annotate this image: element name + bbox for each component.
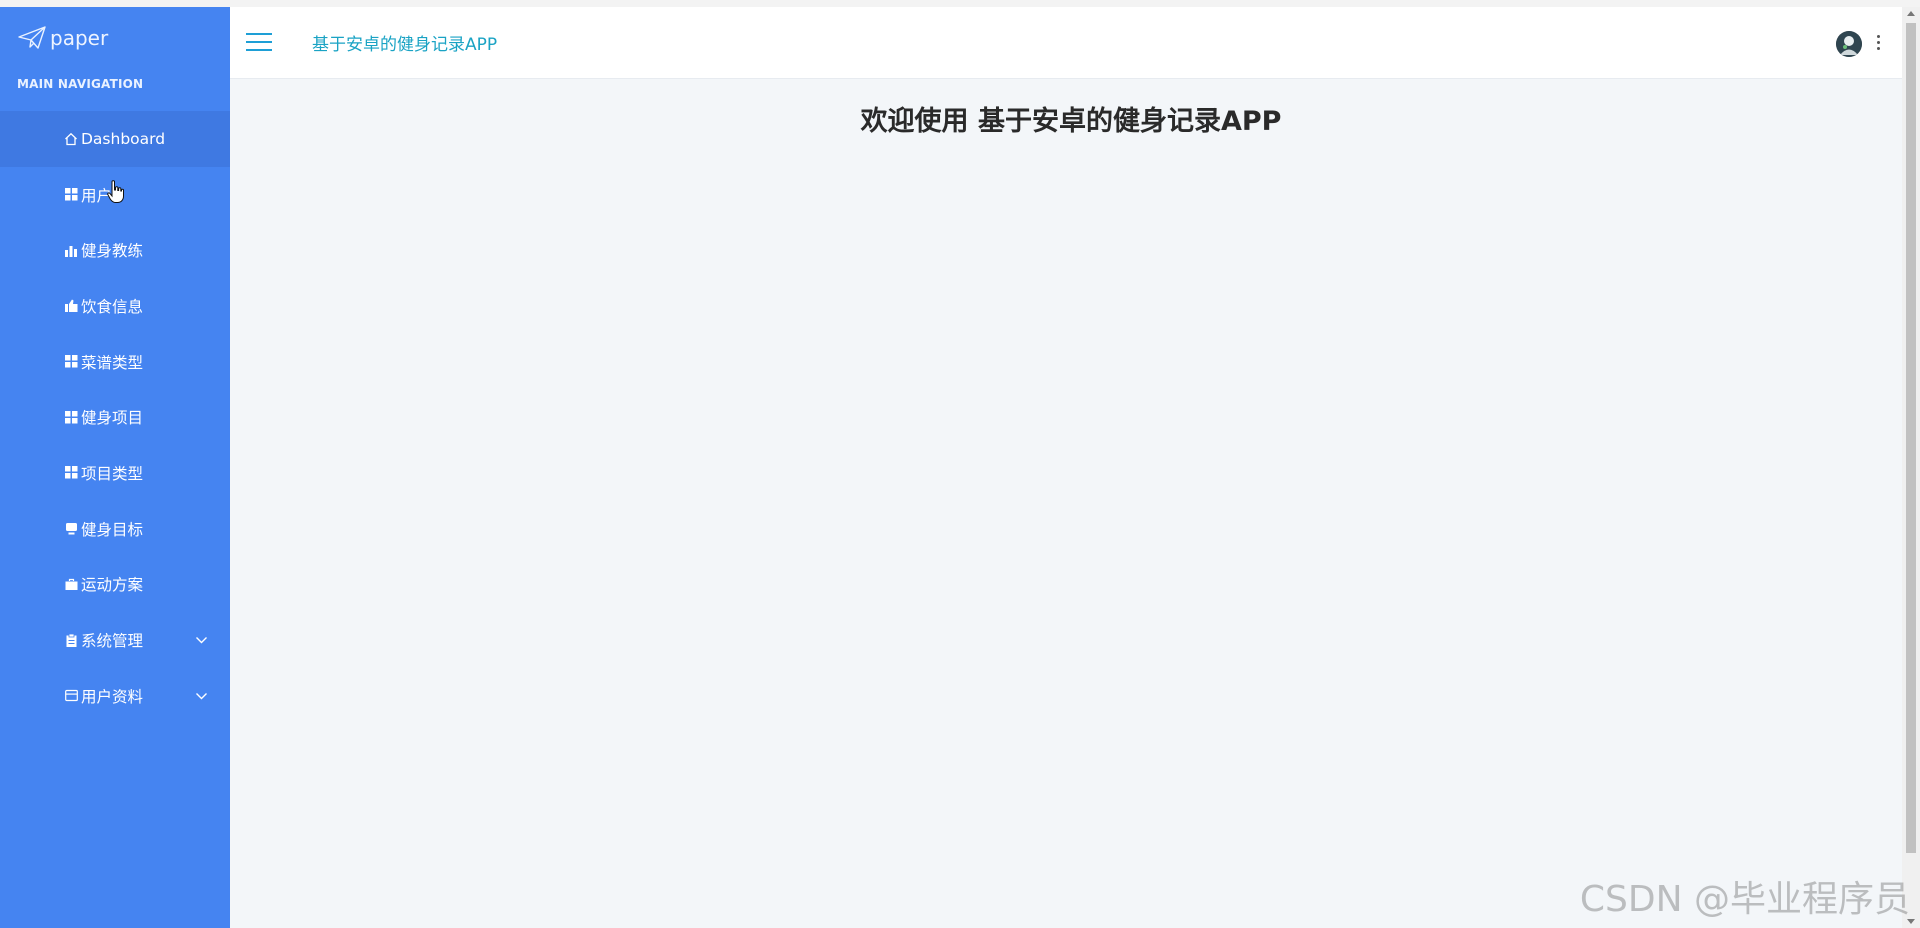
main-content: 欢迎使用 基于安卓的健身记录APP xyxy=(230,79,1902,928)
sidebar-item-fitness-projects[interactable]: 健身项目 xyxy=(0,389,230,445)
sidebar-item-recipe-types[interactable]: 菜谱类型 xyxy=(0,334,230,390)
id-card-icon xyxy=(64,689,78,703)
grid-icon xyxy=(64,188,78,202)
scroll-thumb[interactable] xyxy=(1906,23,1916,853)
sidebar-item-label: 菜谱类型 xyxy=(81,353,144,372)
sidebar-item-dashboard[interactable]: Dashboard xyxy=(0,111,264,167)
thumbs-up-icon xyxy=(64,299,78,313)
nav-heading: MAIN NAVIGATION xyxy=(17,77,144,91)
sidebar-item-label: 系统管理 xyxy=(81,632,144,651)
page-scrollbar[interactable] xyxy=(1902,7,1920,928)
sidebar-item-label: 健身教练 xyxy=(81,242,144,261)
chevron-down-icon xyxy=(196,692,207,700)
sidebar-item-exercise-plans[interactable]: 运动方案 xyxy=(0,557,230,613)
watermark: CSDN @毕业程序员 xyxy=(1579,879,1910,920)
window-top-strip xyxy=(0,0,1920,7)
avatar[interactable] xyxy=(1836,31,1862,57)
more-options-icon[interactable] xyxy=(1877,35,1881,53)
sidebar-item-label: 健身目标 xyxy=(81,520,144,539)
bar-chart-icon xyxy=(64,243,78,257)
clipboard-icon xyxy=(64,633,78,647)
briefcase-icon xyxy=(64,577,78,591)
sidebar-item-fitness-goals[interactable]: 健身目标 xyxy=(0,501,230,557)
sidebar: paper MAIN NAVIGATION Dashboard 用户 健身教练 xyxy=(0,7,264,928)
home-icon xyxy=(64,132,78,146)
sidebar-item-project-types[interactable]: 项目类型 xyxy=(0,445,230,501)
grid-icon xyxy=(64,355,78,369)
chevron-down-icon xyxy=(196,637,207,644)
hand-cursor-icon xyxy=(107,180,124,203)
sidebar-item-label: 用户资料 xyxy=(81,687,144,706)
sidebar-item-label: 运动方案 xyxy=(81,576,144,595)
app-title: 基于安卓的健身记录APP xyxy=(312,35,498,55)
grid-icon xyxy=(64,410,78,424)
brand-logo[interactable]: paper xyxy=(18,23,108,53)
sidebar-item-label: 健身项目 xyxy=(81,409,144,428)
sidebar-item-diet-info[interactable]: 饮食信息 xyxy=(0,278,230,334)
sidebar-item-user-profile[interactable]: 用户资料 xyxy=(0,668,230,724)
sidebar-item-coaches[interactable]: 健身教练 xyxy=(0,222,230,278)
sidebar-item-system-management[interactable]: 系统管理 xyxy=(0,612,230,668)
sidebar-item-label: 饮食信息 xyxy=(81,297,144,316)
welcome-heading: 欢迎使用 基于安卓的健身记录APP xyxy=(860,106,1282,137)
sidebar-item-label: 项目类型 xyxy=(81,464,144,483)
paper-plane-icon xyxy=(18,26,46,49)
sidebar-item-label: Dashboard xyxy=(81,129,166,148)
menu-toggle-icon[interactable] xyxy=(246,33,272,53)
scroll-up-arrow-icon[interactable] xyxy=(1907,11,1915,16)
monitor-icon xyxy=(64,522,78,536)
grid-icon xyxy=(64,466,78,480)
top-bar: 基于安卓的健身记录APP xyxy=(230,7,1902,79)
brand-name: paper xyxy=(50,26,109,50)
